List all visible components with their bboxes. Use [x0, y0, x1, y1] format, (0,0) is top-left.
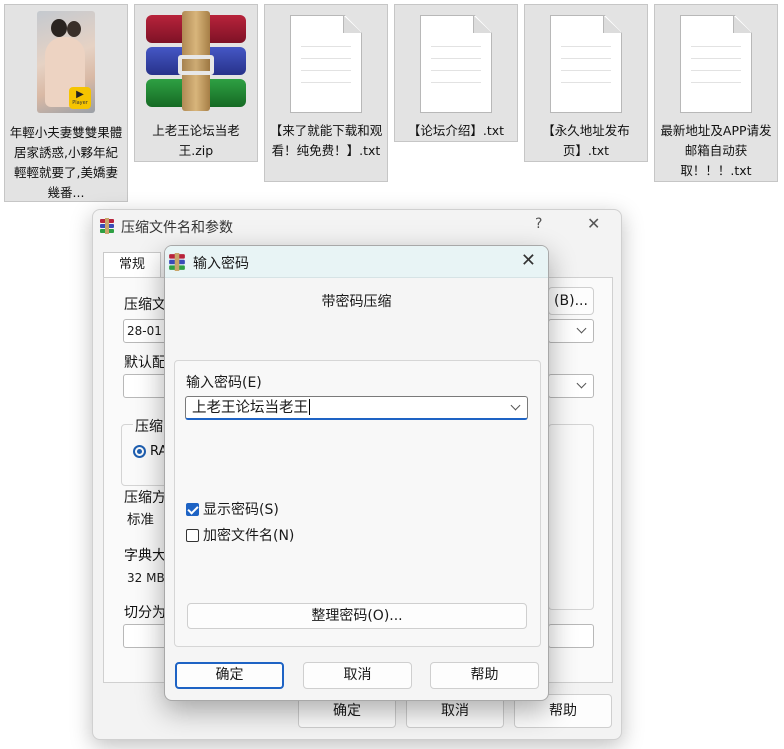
text-caret: [309, 399, 310, 415]
winrar-icon: [99, 218, 115, 238]
show-password-label: 显示密码(S): [203, 502, 279, 518]
title-bar[interactable]: 输入密码 ✕: [165, 246, 548, 278]
winrar-archive-icon: [142, 11, 250, 111]
archive-name-label: 压缩文: [124, 297, 166, 313]
file-tile-txt-1[interactable]: 【来了就能下载和观看！纯免费！】.txt: [264, 4, 388, 182]
file-name: 上老王论坛当老王.zip: [152, 123, 240, 158]
format-rar-radio[interactable]: [133, 445, 146, 458]
method-label: 压缩方: [124, 490, 166, 506]
organize-passwords-button[interactable]: 整理密码(O)...: [187, 603, 527, 629]
profile-field-tail[interactable]: [548, 374, 594, 398]
file-name: 年輕小夫妻雙雙果體居家誘惑,小夥年紀輕輕就要了,美嬌妻幾番...: [9, 125, 123, 200]
chevron-down-icon: [576, 323, 587, 334]
file-tile-txt-3[interactable]: 【永久地址发布页】.txt: [524, 4, 648, 162]
password-label: 输入密码(E): [186, 375, 262, 391]
dictionary-label: 字典大: [124, 548, 166, 564]
help-icon[interactable]: ?: [535, 216, 542, 232]
browse-button[interactable]: (B)...: [548, 287, 594, 315]
file-name: 【永久地址发布页】.txt: [542, 123, 630, 158]
archive-name-field-tail[interactable]: [548, 319, 594, 343]
text-file-icon: [680, 15, 752, 113]
dialog-title: 压缩文件名和参数: [121, 220, 233, 236]
enter-password-dialog: 输入密码 ✕ 带密码压缩 输入密码(E) 上老王论坛当老王 显示密码(S) 加密…: [164, 245, 549, 701]
encrypt-filenames-checkbox-row[interactable]: 加密文件名(N): [186, 525, 294, 545]
encrypt-filenames-checkbox[interactable]: [186, 528, 199, 542]
password-input[interactable]: 上老王论坛当老王: [185, 396, 528, 420]
dialog-title: 输入密码: [193, 256, 249, 272]
split-label: 切分为: [124, 605, 166, 621]
text-file-icon: [550, 15, 622, 113]
split-field-tail[interactable]: [548, 624, 594, 648]
text-file-icon: [420, 15, 492, 113]
file-tile-zip[interactable]: 上老王论坛当老王.zip: [134, 4, 258, 162]
chevron-down-icon[interactable]: [510, 400, 521, 411]
player-badge-icon: ▶ Player: [69, 87, 91, 109]
text-file-icon: [290, 15, 362, 113]
help-button[interactable]: 帮助: [430, 662, 539, 689]
options-group: [548, 424, 594, 610]
file-tile-video[interactable]: ▶ Player 年輕小夫妻雙雙果體居家誘惑,小夥年紀輕輕就要了,美嬌妻幾番...: [4, 4, 128, 202]
ok-button[interactable]: 确定: [175, 662, 284, 689]
chevron-down-icon: [576, 378, 587, 389]
file-name: 最新地址及APP请发邮箱自动获取！！！.txt: [660, 123, 772, 178]
profile-label: 默认配: [124, 355, 166, 371]
file-name: 【来了就能下载和观看！纯免费！】.txt: [269, 123, 383, 158]
dialog-heading: 带密码压缩: [321, 294, 392, 310]
video-thumbnail: ▶ Player: [37, 11, 95, 113]
tab-general[interactable]: 常规: [103, 252, 161, 278]
file-tile-txt-2[interactable]: 【论坛介绍】.txt: [394, 4, 518, 142]
encrypt-filenames-label: 加密文件名(N): [203, 528, 295, 544]
format-group-label: 压缩: [133, 416, 165, 436]
winrar-icon: [168, 253, 186, 275]
cancel-button[interactable]: 取消: [303, 662, 412, 689]
show-password-checkbox[interactable]: [186, 502, 199, 516]
close-icon[interactable]: ✕: [587, 214, 600, 233]
password-value: 上老王论坛当老王: [192, 400, 308, 416]
file-tile-txt-4[interactable]: 最新地址及APP请发邮箱自动获取！！！.txt: [654, 4, 778, 182]
show-password-checkbox-row[interactable]: 显示密码(S): [186, 499, 279, 519]
close-icon[interactable]: ✕: [521, 250, 536, 271]
file-name: 【论坛介绍】.txt: [407, 123, 505, 138]
